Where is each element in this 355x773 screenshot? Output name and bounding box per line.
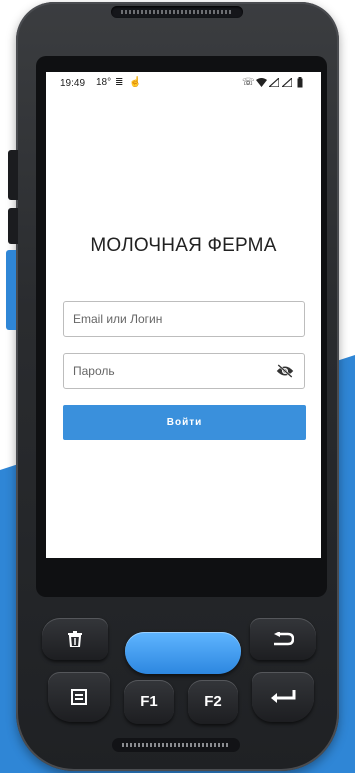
enter-key[interactable] bbox=[252, 672, 314, 722]
toggle-password-visibility-icon[interactable] bbox=[276, 364, 294, 378]
password-input[interactable] bbox=[73, 354, 273, 388]
menu-key[interactable] bbox=[48, 672, 110, 722]
wifi-icon bbox=[256, 78, 267, 87]
side-scan-button[interactable] bbox=[6, 250, 16, 330]
notification-icon: ≣ bbox=[115, 77, 124, 88]
back-arrow-icon bbox=[274, 632, 294, 646]
temperature-text: 18° bbox=[96, 77, 112, 88]
hardware-keypad: F1 F2 bbox=[28, 596, 328, 742]
gesture-icon: ☝ bbox=[129, 77, 142, 88]
trash-icon bbox=[68, 631, 82, 647]
enter-icon bbox=[271, 690, 296, 703]
signal-icon bbox=[269, 78, 279, 87]
f2-key[interactable]: F2 bbox=[188, 680, 238, 724]
status-time: 19:49 bbox=[60, 78, 86, 89]
call-icon: ☏ bbox=[242, 77, 255, 88]
scan-key[interactable] bbox=[125, 632, 241, 674]
login-input[interactable] bbox=[73, 302, 273, 336]
status-bar: 19:49 18° ≣ ☝ ☏ bbox=[46, 72, 321, 96]
back-key[interactable] bbox=[250, 618, 316, 660]
menu-icon bbox=[71, 689, 87, 705]
screen: 19:49 18° ≣ ☝ ☏ МОЛОЧНАЯ ФЕРМА Войти bbox=[46, 72, 321, 558]
login-button[interactable]: Войти bbox=[63, 405, 306, 440]
f1-key[interactable]: F1 bbox=[124, 680, 174, 724]
password-field[interactable] bbox=[63, 353, 305, 389]
side-button-upper[interactable] bbox=[8, 150, 18, 200]
app-title: МОЛОЧНАЯ ФЕРМА bbox=[90, 235, 277, 256]
side-button-lower[interactable] bbox=[8, 208, 18, 244]
signal-icon-2 bbox=[282, 78, 292, 87]
login-field[interactable] bbox=[63, 301, 305, 337]
battery-icon bbox=[297, 77, 303, 88]
top-speaker bbox=[111, 6, 243, 18]
bottom-speaker bbox=[112, 738, 240, 752]
delete-key[interactable] bbox=[42, 618, 108, 660]
